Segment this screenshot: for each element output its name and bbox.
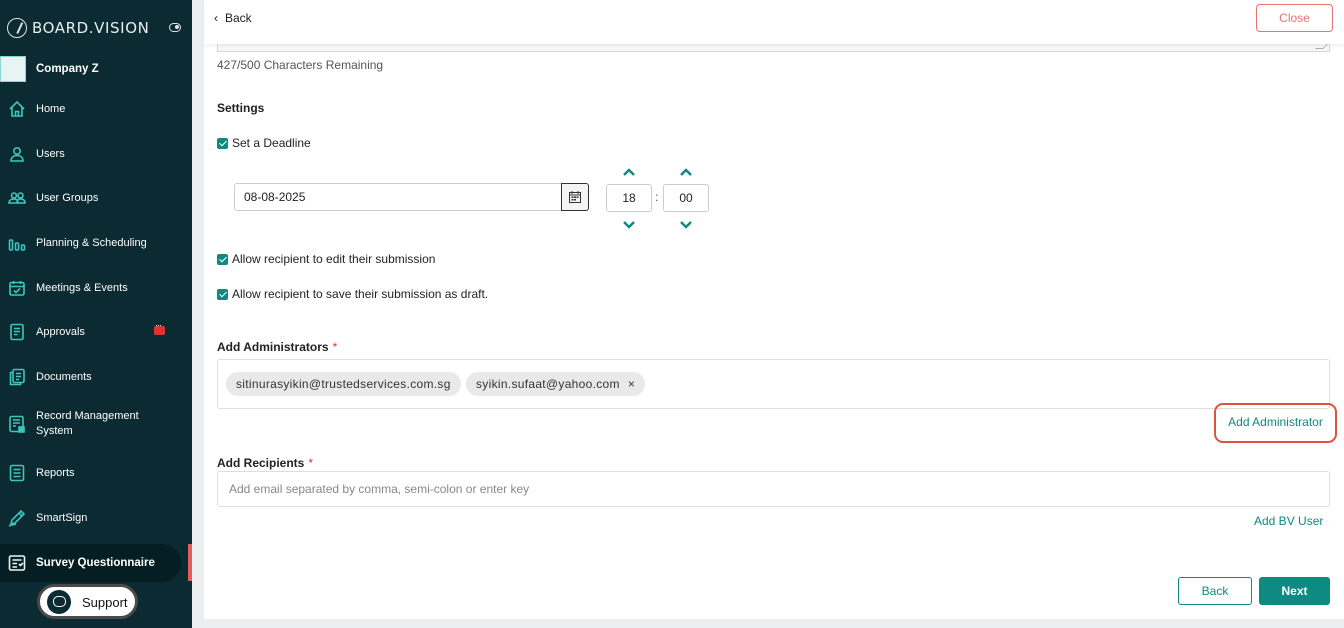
deadline-checkbox[interactable]: [217, 137, 228, 149]
chat-bubble-icon: [47, 590, 71, 614]
calendar-check-icon: [8, 279, 26, 297]
sidebar-item-label: SmartSign: [36, 511, 88, 524]
report-icon: [8, 464, 26, 482]
recipients-heading-label: Add Recipients: [217, 456, 305, 470]
user-icon: [8, 145, 26, 163]
sidebar-item-planning-scheduling[interactable]: Planning & Scheduling: [0, 224, 188, 262]
chart-bars-icon: [8, 234, 26, 252]
back-button[interactable]: Back: [1178, 577, 1252, 605]
chevron-down-icon: [680, 221, 692, 229]
administrator-email: sitinurasyikin@trustedservices.com.sg: [236, 377, 451, 391]
chevron-up-icon: [680, 168, 692, 176]
add-bv-user-link[interactable]: Add BV User: [1254, 514, 1323, 528]
support-label: Support: [82, 595, 128, 610]
deadline-checkbox-label: Set a Deadline: [232, 136, 311, 150]
calendar-icon: [569, 191, 581, 203]
allow-edit-label: Allow recipient to edit their submission: [232, 252, 436, 266]
administrator-chip: sitinurasyikin@trustedservices.com.sg: [226, 372, 461, 396]
add-administrator-button[interactable]: Add Administrator: [1214, 403, 1337, 443]
chevron-left-icon: ‹: [214, 11, 218, 25]
survey-icon: [8, 554, 26, 572]
minute-input[interactable]: 00: [663, 184, 709, 212]
recipients-heading: Add Recipients *: [217, 456, 313, 470]
sidebar-item-smartsign[interactable]: SmartSign: [0, 499, 188, 537]
sidebar-item-survey-questionnaire[interactable]: Survey Questionnaire: [0, 544, 181, 582]
top-bar: ‹ Back Close: [204, 0, 1344, 44]
sidebar-item-label: Users: [36, 147, 65, 160]
company-name: Company Z: [36, 63, 99, 75]
settings-heading: Settings: [217, 101, 265, 115]
administrators-input[interactable]: sitinurasyikin@trustedservices.com.sg sy…: [217, 359, 1330, 409]
administrator-chip: syikin.sufaat@yahoo.com ×: [466, 372, 646, 396]
calendar-button[interactable]: [561, 183, 589, 211]
sidebar-item-label: Record Management System: [36, 410, 139, 437]
back-link[interactable]: ‹ Back: [214, 11, 252, 25]
required-asterisk: *: [308, 456, 314, 470]
notification-badge-icon: [154, 320, 165, 335]
pen-icon: [8, 509, 26, 527]
hour-decrement-button[interactable]: [622, 219, 636, 229]
sidebar-item-documents[interactable]: Documents: [0, 358, 188, 396]
sidebar-item-reports[interactable]: Reports: [0, 454, 188, 492]
sidebar: BOARD.VISION Company Z Home Users User G…: [0, 0, 192, 628]
brand[interactable]: BOARD.VISION: [7, 17, 149, 39]
recipients-input[interactable]: Add email separated by comma, semi-colon…: [217, 471, 1330, 507]
user-group-icon: [8, 189, 26, 207]
allow-draft-label: Allow recipient to save their submission…: [232, 287, 489, 301]
company-switcher[interactable]: Company Z: [0, 55, 192, 83]
required-asterisk: *: [332, 340, 338, 354]
administrators-heading-label: Add Administrators: [217, 340, 329, 354]
sidebar-toggle-icon[interactable]: [169, 23, 181, 32]
brand-logo-icon: [7, 18, 27, 38]
sidebar-item-home[interactable]: Home: [0, 90, 188, 128]
administrators-heading: Add Administrators *: [217, 340, 337, 354]
support-button[interactable]: Support: [37, 584, 138, 619]
time-separator: :: [655, 190, 659, 204]
remove-chip-icon[interactable]: ×: [628, 377, 635, 391]
brand-name: BOARD.VISION: [32, 19, 150, 37]
allow-draft-checkbox-row[interactable]: Allow recipient to save their submission…: [217, 287, 488, 301]
hour-increment-button[interactable]: [622, 166, 636, 176]
deadline-checkbox-row[interactable]: Set a Deadline: [217, 136, 311, 150]
sidebar-item-label: User Groups: [36, 191, 99, 204]
record-icon: [8, 415, 26, 433]
sidebar-item-label: Home: [36, 102, 66, 115]
home-icon: [8, 100, 26, 118]
minute-decrement-button[interactable]: [679, 219, 693, 229]
sidebar-item-approvals[interactable]: Approvals: [0, 313, 188, 351]
sidebar-item-label: Meetings & Events: [36, 281, 128, 294]
allow-edit-checkbox[interactable]: [217, 253, 228, 265]
chevron-up-icon: [623, 168, 635, 176]
documents-icon: [8, 368, 26, 386]
main-panel: [204, 0, 1344, 628]
next-button[interactable]: Next: [1259, 577, 1330, 605]
deadline-date-input[interactable]: 08-08-2025: [234, 183, 563, 211]
hour-input[interactable]: 18: [606, 184, 652, 212]
minute-increment-button[interactable]: [679, 166, 693, 176]
allow-edit-checkbox-row[interactable]: Allow recipient to edit their submission: [217, 252, 435, 266]
allow-draft-checkbox[interactable]: [217, 288, 228, 300]
administrator-email: syikin.sufaat@yahoo.com: [476, 377, 620, 391]
back-link-label: Back: [225, 11, 252, 25]
sidebar-item-user-groups[interactable]: User Groups: [0, 179, 188, 217]
close-button[interactable]: Close: [1256, 4, 1333, 32]
chevron-down-icon: [623, 221, 635, 229]
sidebar-item-label: Documents: [36, 370, 92, 383]
sidebar-item-label: Reports: [36, 466, 75, 479]
company-logo: [0, 56, 26, 82]
sidebar-item-meetings-events[interactable]: Meetings & Events: [0, 269, 188, 307]
sidebar-item-users[interactable]: Users: [0, 135, 188, 173]
sidebar-item-label: Survey Questionnaire: [36, 556, 155, 569]
approval-doc-icon: [8, 323, 26, 341]
main-gutter: [192, 0, 204, 628]
bottom-band: [204, 619, 1344, 628]
sidebar-item-record-management[interactable]: Record Management System: [0, 405, 188, 443]
sidebar-item-label: Approvals: [36, 325, 85, 338]
character-counter: 427/500 Characters Remaining: [217, 58, 384, 72]
sidebar-item-label: Planning & Scheduling: [36, 236, 147, 249]
